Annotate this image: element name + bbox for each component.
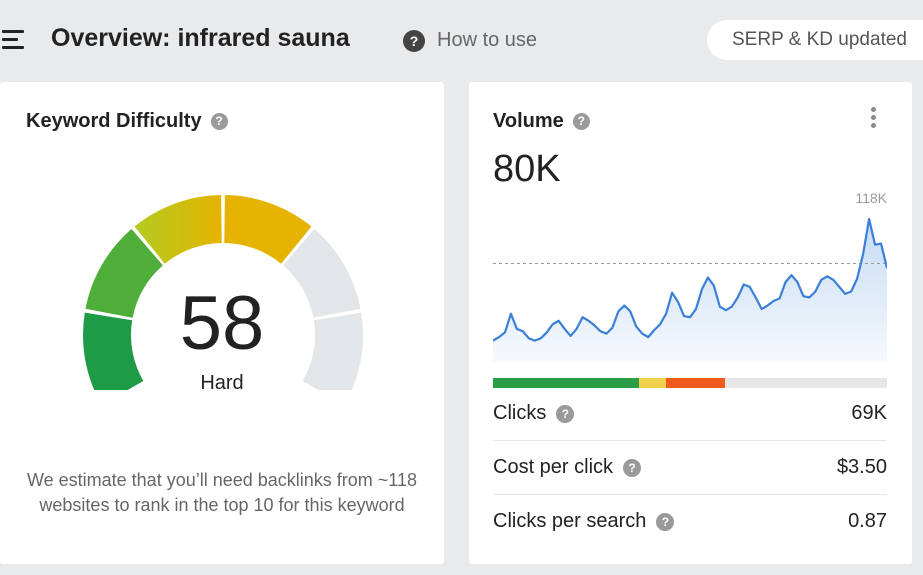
clicks-per-search-label: Clicks per search bbox=[493, 510, 647, 532]
keyword-difficulty-title: Keyword Difficulty bbox=[26, 110, 202, 132]
difficulty-score: 58 bbox=[179, 281, 265, 366]
help-icon[interactable]: ? bbox=[556, 404, 575, 423]
clicks-label-group: Clicks ? bbox=[493, 402, 575, 425]
cost-per-click-value: $3.50 bbox=[836, 456, 887, 478]
difficulty-level: Hard bbox=[200, 372, 244, 394]
cps-label-group: Clicks per search ? bbox=[493, 510, 675, 533]
help-icon[interactable]: ? bbox=[210, 113, 228, 130]
top-bar: Overview: infrared sauna ? How to use SE… bbox=[0, 0, 923, 82]
clicks-value: 69K bbox=[851, 402, 887, 424]
help-icon[interactable]: ? bbox=[656, 512, 675, 531]
keyword-difficulty-header: Keyword Difficulty ? bbox=[26, 110, 228, 133]
how-to-use-label: How to use bbox=[437, 29, 538, 51]
hamburger-menu-icon[interactable] bbox=[2, 30, 24, 50]
volume-card: Volume ? 80K 118K Clicks ? 69K Cost per … bbox=[469, 82, 912, 564]
metric-row-clicks: Clicks ? 69K bbox=[493, 387, 887, 441]
page-title: Overview: infrared sauna bbox=[51, 24, 350, 52]
more-options-icon[interactable] bbox=[867, 107, 879, 135]
help-icon[interactable]: ? bbox=[572, 113, 590, 130]
serp-kd-updated-badge[interactable]: SERP & KD updated bbox=[707, 20, 923, 60]
metric-row-cost-per-click: Cost per click ? $3.50 bbox=[493, 441, 887, 495]
help-icon: ? bbox=[403, 29, 425, 52]
metric-row-clicks-per-search: Clicks per search ? 0.87 bbox=[493, 495, 887, 548]
difficulty-description: We estimate that you’ll need backlinks f… bbox=[26, 470, 418, 515]
help-icon[interactable]: ? bbox=[623, 458, 642, 477]
trend-area bbox=[493, 219, 887, 362]
clicks-label: Clicks bbox=[493, 402, 547, 424]
volume-value: 80K bbox=[493, 148, 561, 190]
volume-trend-chart bbox=[493, 217, 887, 362]
clicks-per-search-value: 0.87 bbox=[848, 510, 887, 532]
chart-max-label: 118K bbox=[855, 190, 887, 206]
how-to-use-link[interactable]: ? How to use bbox=[403, 29, 537, 52]
volume-title: Volume bbox=[493, 110, 564, 132]
cpc-label-group: Cost per click ? bbox=[493, 456, 642, 479]
keyword-difficulty-card: Keyword Difficulty ? 58 Hard We estimate… bbox=[0, 82, 444, 564]
volume-header: Volume ? bbox=[493, 110, 590, 133]
cost-per-click-label: Cost per click bbox=[493, 456, 614, 478]
